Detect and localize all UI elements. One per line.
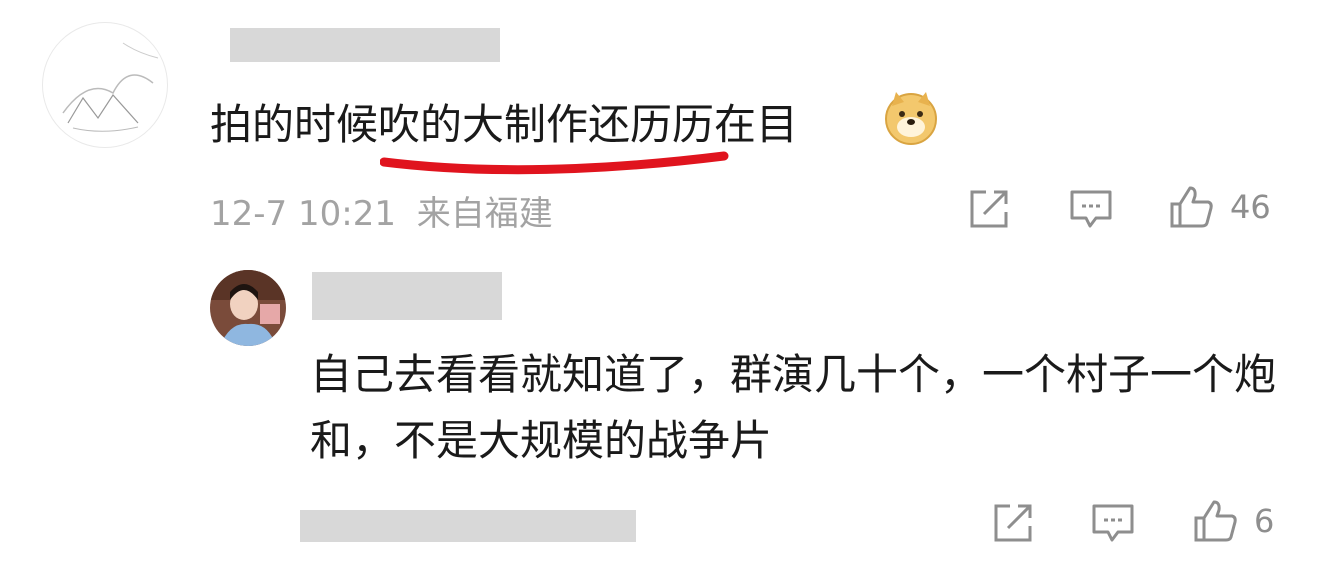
reply-meta-redacted [300,510,636,542]
comment-icon[interactable] [1068,186,1114,232]
commenter-avatar[interactable] [42,22,168,148]
comment-icon[interactable] [1090,500,1136,546]
red-underline-annotation [380,151,729,175]
thumbs-up-icon[interactable] [1168,184,1214,230]
commenter-username-redacted[interactable] [230,28,500,62]
share-icon[interactable] [990,500,1036,546]
comment-timestamp: 12-7 10:21 [210,194,396,234]
reply-username-redacted[interactable] [312,272,502,320]
comment-location: 来自福建 [416,194,553,234]
thumbs-up-icon[interactable] [1192,498,1238,544]
comment-meta: 12-7 10:21 来自福建 [210,186,553,235]
share-icon[interactable] [966,186,1012,232]
reply-text: 自己去看看就知道了，群演几十个，一个村子一个炮和，不是大规模的战争片 [310,350,1277,465]
doge-emoji-icon [882,88,940,146]
reply-avatar[interactable] [210,270,286,346]
portrait-avatar-icon [210,270,286,346]
comment-like-count: 46 [1230,188,1271,226]
ink-landscape-avatar-icon [62,42,159,132]
comment-text: 拍的时候吹的大制作还历历在目 [210,100,799,149]
reply-like-count: 6 [1254,502,1275,540]
